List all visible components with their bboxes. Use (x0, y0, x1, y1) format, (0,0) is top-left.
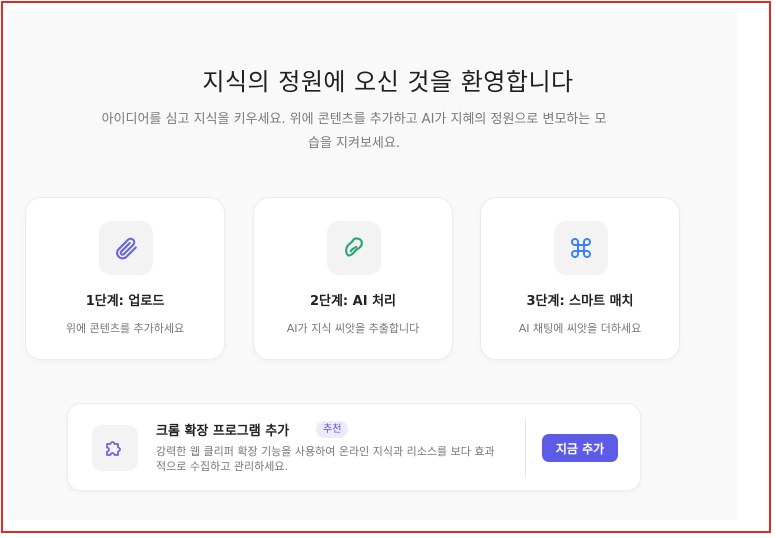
seed-icon (327, 221, 381, 275)
chrome-extension-card: 크롬 확장 프로그램 추가 추천 강력한 웹 클리퍼 확장 기능을 사용하여 온… (67, 403, 641, 491)
step-title: 2단계: AI 처리 (309, 294, 397, 309)
step-card-upload: 1단계: 업로드 위에 콘텐츠를 추가하세요 (25, 197, 225, 360)
add-now-button[interactable]: 지금 추가 (542, 434, 618, 462)
step-desc: AI 채팅에 씨앗을 더하세요 (518, 322, 642, 335)
divider (525, 418, 526, 478)
paperclip-icon (99, 221, 153, 275)
extension-description: 강력한 웹 클리퍼 확장 기능을 사용하여 온라인 지식과 리소스를 보다 효과… (156, 445, 495, 473)
page-title: 지식의 정원에 오신 것을 환영합니다 (202, 68, 574, 96)
step-desc: AI가 지식 씨앗을 추출합니다 (286, 322, 420, 335)
step-card-ai-processing: 2단계: AI 처리 AI가 지식 씨앗을 추출합니다 (253, 197, 453, 360)
step-title: 1단계: 업로드 (85, 294, 165, 309)
recommended-badge: 추천 (316, 421, 349, 438)
step-title: 3단계: 스마트 매치 (526, 294, 634, 309)
page-subtitle: 아이디어를 심고 지식을 키우세요. 위에 콘텐츠를 추가하고 AI가 지혜의 … (101, 112, 607, 151)
step-desc: 위에 콘텐츠를 추가하세요 (65, 322, 185, 335)
command-icon (554, 221, 608, 275)
step-card-smart-match: 3단계: 스마트 매치 AI 채팅에 씨앗을 더하세요 (480, 197, 680, 360)
puzzle-icon (92, 425, 138, 471)
extension-title: 크롬 확장 프로그램 추가 (156, 424, 290, 439)
